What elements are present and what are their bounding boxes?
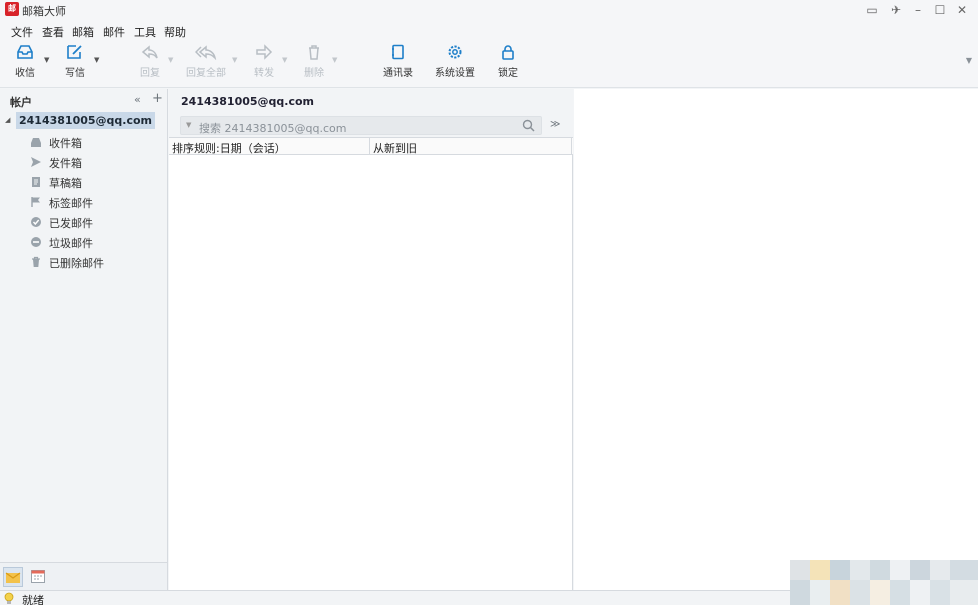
delete-button[interactable]: 删除 <box>298 44 330 86</box>
menu-help[interactable]: 帮助 <box>164 24 186 40</box>
column-divider[interactable] <box>369 138 370 155</box>
expand-triangle-icon[interactable]: ◢ <box>5 116 10 124</box>
envelope-icon <box>5 572 21 583</box>
menu-view[interactable]: 查看 <box>42 24 64 40</box>
compose-dropdown-icon[interactable]: ▼ <box>94 56 99 64</box>
calendar-tab[interactable] <box>29 567 49 587</box>
skin-icon[interactable]: ✈ <box>886 1 906 19</box>
search-scope-dropdown-icon[interactable]: ▼ <box>186 121 191 129</box>
message-list-header: 2414381005@qq.com <box>169 89 573 115</box>
drafts-icon <box>32 177 40 187</box>
minimize-button[interactable]: – <box>908 1 928 19</box>
reply-all-icon <box>195 45 217 60</box>
account-sidebar: 帐户 « + ◢ 2414381005@qq.com 收件箱 发件箱 草稿箱 标… <box>0 89 168 590</box>
trash-icon <box>309 45 319 60</box>
collapse-sidebar-icon[interactable]: « <box>134 93 141 106</box>
sort-header: 排序规则:日期（会话） 从新到旧 <box>169 137 573 155</box>
forward-dropdown-icon[interactable]: ▼ <box>282 56 287 64</box>
compose-button[interactable]: 写信 <box>58 44 92 86</box>
sort-rule-header[interactable]: 排序规则:日期（会话） <box>172 140 286 156</box>
mail-tab[interactable] <box>3 567 23 587</box>
reply-dropdown-icon[interactable]: ▼ <box>168 56 173 64</box>
close-button[interactable]: ✕ <box>952 1 972 19</box>
delete-label: 删除 <box>304 68 324 79</box>
spam-icon <box>31 237 41 247</box>
forward-label: 转发 <box>254 68 274 79</box>
search-bar: ▼ 搜索 2414381005@qq.com ≫ <box>169 115 573 137</box>
account-name: 2414381005@qq.com <box>16 112 156 129</box>
status-text: 就绪 <box>22 594 44 605</box>
trash-icon <box>32 256 40 267</box>
reply-all-button[interactable]: 回复全部 <box>182 44 230 86</box>
add-account-icon[interactable]: + <box>152 91 163 106</box>
receive-label: 收信 <box>15 68 35 79</box>
reply-button[interactable]: 回复 <box>134 44 166 86</box>
search-input[interactable]: ▼ 搜索 2414381005@qq.com <box>180 116 542 135</box>
forward-button[interactable]: 转发 <box>248 44 280 86</box>
inbox-tray-icon <box>17 45 33 59</box>
maximize-button[interactable]: ☐ <box>930 1 950 19</box>
compose-icon <box>67 45 82 59</box>
gear-icon <box>448 45 462 59</box>
reply-all-dropdown-icon[interactable]: ▼ <box>232 56 237 64</box>
sort-order-header[interactable]: 从新到旧 <box>373 140 417 156</box>
menu-bar: 文件 查看 邮箱 邮件 工具 帮助 <box>0 20 978 40</box>
menu-mail[interactable]: 邮件 <box>103 24 125 40</box>
contacts-label: 通讯录 <box>383 68 413 79</box>
lightbulb-icon <box>4 592 14 604</box>
search-icon[interactable] <box>522 119 535 132</box>
calendar-icon <box>31 570 45 583</box>
compose-label: 写信 <box>65 68 85 79</box>
toolbar: 收信 ▼ 写信 ▼ 回复 ▼ 回复全部 ▼ 转发 ▼ 删除 ▼ 通讯录 系统设置… <box>0 40 978 88</box>
sidebar-bottom-tabs <box>0 562 167 590</box>
app-logo-icon: 邮 <box>5 2 19 16</box>
sidebar-header: 帐户 <box>10 96 32 109</box>
toolbar-overflow-icon[interactable]: ▼ <box>966 56 972 65</box>
outbox-icon <box>31 157 41 167</box>
reply-all-label: 回复全部 <box>186 68 226 79</box>
advanced-search-chevron-icon[interactable]: ≫ <box>550 119 560 130</box>
menu-file[interactable]: 文件 <box>11 24 33 40</box>
forward-icon <box>256 44 273 60</box>
lock-button[interactable]: 锁定 <box>494 44 522 86</box>
message-list-pane: 2414381005@qq.com ▼ 搜索 2414381005@qq.com… <box>169 89 573 590</box>
search-placeholder: 搜索 2414381005@qq.com <box>199 122 347 135</box>
reading-pane <box>574 89 978 590</box>
message-list-title: 2414381005@qq.com <box>181 95 315 108</box>
column-divider <box>571 138 572 155</box>
delete-dropdown-icon[interactable]: ▼ <box>332 56 337 64</box>
feedback-icon[interactable]: ▭ <box>862 1 882 19</box>
settings-button[interactable]: 系统设置 <box>432 44 478 86</box>
settings-label: 系统设置 <box>435 68 475 79</box>
lock-label: 锁定 <box>498 68 518 79</box>
pixelated-area <box>790 560 978 605</box>
menu-mailbox[interactable]: 邮箱 <box>72 24 94 40</box>
sent-icon <box>31 217 41 227</box>
inbox-icon <box>31 138 41 147</box>
flag-icon <box>31 197 40 207</box>
address-book-icon <box>392 44 404 60</box>
reply-icon <box>141 45 158 59</box>
receive-button[interactable]: 收信 <box>8 44 42 86</box>
title-bar: 邮 邮箱大师 ▭ ✈ – ☐ ✕ <box>0 0 978 20</box>
contacts-button[interactable]: 通讯录 <box>380 44 416 86</box>
receive-dropdown-icon[interactable]: ▼ <box>44 56 49 64</box>
menu-tools[interactable]: 工具 <box>134 24 156 40</box>
lock-icon <box>502 45 514 60</box>
app-title: 邮箱大师 <box>22 5 66 18</box>
reply-label: 回复 <box>140 68 160 79</box>
